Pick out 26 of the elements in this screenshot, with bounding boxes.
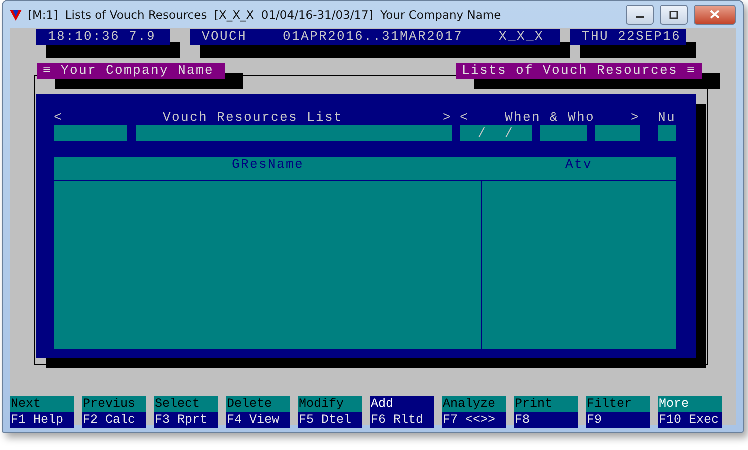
bracket-label: > — [630, 110, 640, 125]
minimize-button[interactable] — [626, 4, 654, 24]
app-icon — [10, 8, 22, 20]
column-header: GResName — [54, 157, 482, 181]
status-box: 18:10:36 7.9 — [36, 29, 170, 45]
frame-title: Lists of Vouch Resources ≡ — [456, 63, 702, 79]
window-title: [M:1] Lists of Vouch Resources [X_X_X 01/04/16-31/03/17] Your Company Name — [28, 8, 502, 22]
input-field[interactable] — [658, 125, 676, 141]
frame-title: ≡ Your Company Name — [37, 63, 225, 79]
input-field[interactable] — [136, 125, 452, 141]
close-icon — [710, 10, 720, 19]
bracket-label: < — [54, 110, 64, 125]
bracket-label: < — [460, 110, 470, 125]
maximize-button[interactable] — [660, 4, 688, 24]
close-button[interactable] — [694, 4, 736, 24]
input-field[interactable] — [54, 125, 127, 141]
input-field[interactable] — [540, 125, 587, 141]
status-box: THU 22SEP16 — [570, 29, 686, 45]
status-box: VOUCH 01APR2016..31MAR2017 X_X_X — [190, 29, 560, 45]
column-header: Atv — [482, 157, 676, 181]
group-title: When & Who — [504, 110, 595, 125]
bracket-label: > — [442, 110, 452, 125]
column-label: Nu — [658, 110, 676, 125]
input-field[interactable] — [595, 125, 640, 141]
maximize-icon — [669, 10, 679, 18]
group-title: Vouch Resources List — [162, 110, 344, 125]
